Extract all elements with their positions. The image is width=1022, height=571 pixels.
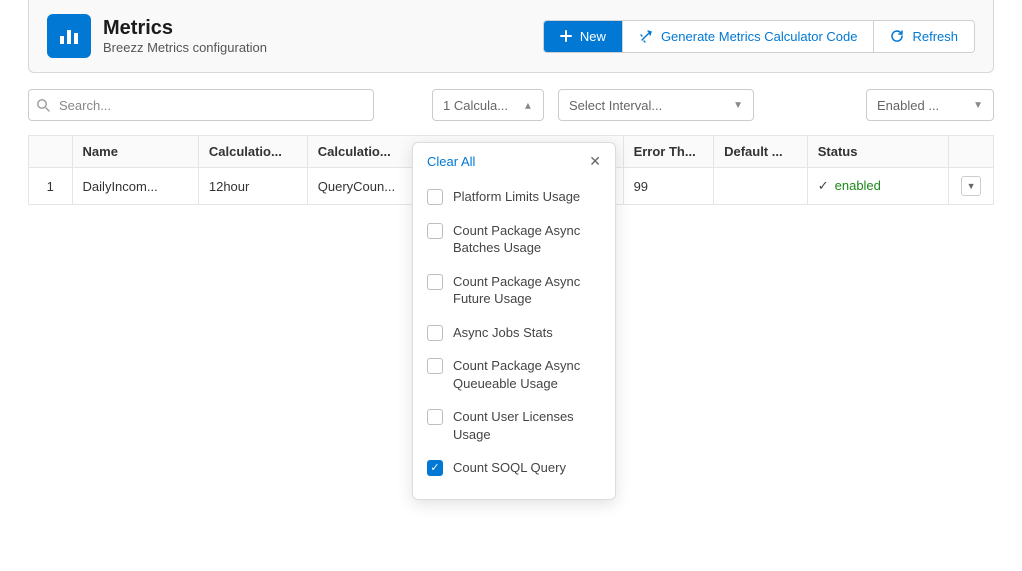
col-calculation-1[interactable]: Calculatio...	[198, 136, 307, 168]
dropdown-item[interactable]: Count User Licenses Usage	[427, 400, 601, 451]
col-name[interactable]: Name	[72, 136, 198, 168]
dropdown-item[interactable]: Count Package Async Queueable Usage	[427, 349, 601, 400]
checkbox[interactable]	[427, 189, 443, 205]
page-subtitle: Breezz Metrics configuration	[103, 40, 267, 55]
checkbox[interactable]	[427, 223, 443, 239]
page-header: Metrics Breezz Metrics configuration New…	[28, 0, 994, 73]
search-icon	[36, 98, 50, 112]
brand: Metrics Breezz Metrics configuration	[47, 14, 267, 58]
search-box	[28, 89, 374, 121]
dropdown-item-label: Platform Limits Usage	[453, 188, 580, 206]
dropdown-item[interactable]: Count SOQL Query	[427, 451, 601, 485]
generate-code-label: Generate Metrics Calculator Code	[661, 29, 858, 44]
checkbox[interactable]	[427, 274, 443, 290]
dropdown-item[interactable]: Count Package Async Future Usage	[427, 265, 601, 316]
dropdown-item[interactable]: Async Jobs Stats	[427, 316, 601, 350]
status-value: enabled	[835, 178, 881, 193]
calculation-filter-label: 1 Calcula...	[443, 98, 508, 113]
checkbox[interactable]	[427, 325, 443, 341]
interval-filter-label: Select Interval...	[569, 98, 662, 113]
cell-calc1: 12hour	[198, 168, 307, 205]
cell-name: DailyIncom...	[72, 168, 198, 205]
page-title: Metrics	[103, 17, 267, 40]
row-action-menu[interactable]: ▼	[961, 176, 981, 196]
generate-code-button[interactable]: Generate Metrics Calculator Code	[622, 21, 874, 52]
check-icon: ✓	[818, 178, 829, 193]
refresh-label: Refresh	[912, 29, 958, 44]
checkbox[interactable]	[427, 358, 443, 374]
calculation-filter[interactable]: 1 Calcula... ▼	[432, 89, 544, 121]
filter-row: 1 Calcula... ▼ Select Interval... ▼ Enab…	[28, 89, 994, 121]
checkbox[interactable]	[427, 460, 443, 476]
dropdown-item-label: Count Package Async Future Usage	[453, 273, 601, 308]
col-actions[interactable]	[949, 136, 994, 168]
col-status[interactable]: Status	[807, 136, 949, 168]
caret-up-icon: ▼	[523, 100, 533, 111]
plus-icon	[560, 30, 572, 42]
close-icon[interactable]: ✕	[589, 153, 601, 170]
status-filter[interactable]: Enabled ... ▼	[866, 89, 994, 121]
status-filter-label: Enabled ...	[877, 98, 939, 113]
wand-icon	[639, 29, 653, 43]
refresh-icon	[890, 29, 904, 43]
dropdown-item-label: Count SOQL Query	[453, 459, 566, 477]
clear-all-link[interactable]: Clear All	[427, 154, 475, 169]
dropdown-item-label: Count User Licenses Usage	[453, 408, 601, 443]
caret-down-icon: ▼	[973, 100, 983, 111]
dropdown-item[interactable]: Platform Limits Usage	[427, 180, 601, 214]
col-error-threshold[interactable]: Error Th...	[623, 136, 714, 168]
dropdown-item-label: Count Package Async Batches Usage	[453, 222, 601, 257]
cell-default	[714, 168, 808, 205]
cell-index: 1	[29, 168, 73, 205]
refresh-button[interactable]: Refresh	[873, 21, 974, 52]
calculation-dropdown-panel: Clear All ✕ Platform Limits Usage Count P…	[412, 142, 616, 500]
col-default[interactable]: Default ...	[714, 136, 808, 168]
header-actions: New Generate Metrics Calculator Code Ref…	[543, 20, 975, 53]
metrics-icon	[47, 14, 91, 58]
search-input[interactable]	[28, 89, 374, 121]
dropdown-item-label: Count Package Async Queueable Usage	[453, 357, 601, 392]
new-button[interactable]: New	[544, 21, 622, 52]
interval-filter[interactable]: Select Interval... ▼	[558, 89, 754, 121]
checkbox[interactable]	[427, 409, 443, 425]
dropdown-item[interactable]: Count Package Async Batches Usage	[427, 214, 601, 265]
col-index[interactable]	[29, 136, 73, 168]
cell-status: ✓ enabled	[807, 168, 949, 205]
new-button-label: New	[580, 29, 606, 44]
cell-error: 99	[623, 168, 714, 205]
caret-down-icon: ▼	[733, 100, 743, 111]
dropdown-item-label: Async Jobs Stats	[453, 324, 553, 342]
